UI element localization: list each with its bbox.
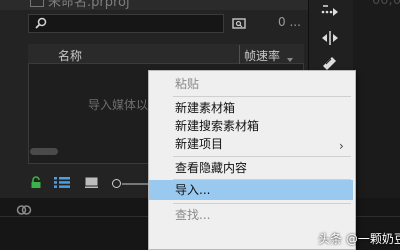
track-select-tool-icon[interactable] <box>320 4 340 20</box>
search-icon[interactable] <box>34 16 48 30</box>
zoom-slider-handle[interactable] <box>112 179 121 188</box>
menu-item-new-bin[interactable]: 新建素材箱 <box>149 98 353 118</box>
panel-title-strip: 未命名.prproj <box>0 0 308 10</box>
watermark-text: 头条 @一颗奶豆 <box>318 232 400 246</box>
project-file-icon <box>30 0 44 7</box>
menu-separator <box>173 96 351 97</box>
list-view-icon[interactable] <box>54 177 70 188</box>
icon-view-icon[interactable] <box>85 177 98 188</box>
menu-item-find[interactable]: 查找... <box>149 205 353 225</box>
menu-item-new-search-bin[interactable]: 新建搜索素材箱 <box>149 116 353 136</box>
timecode-partial: 00;0 <box>372 0 400 8</box>
menu-item-new-item[interactable]: 新建项目 <box>149 134 353 154</box>
item-count: 0 ... <box>278 15 301 29</box>
context-menu: 粘贴 新建素材箱 新建搜索素材箱 新建项目 › 查看隐藏内容 导入... 查找.… <box>148 70 356 250</box>
column-header-frame-rate[interactable]: 帧速率 <box>244 47 280 64</box>
menu-separator <box>173 156 351 157</box>
search-input[interactable] <box>28 14 224 33</box>
column-divider[interactable] <box>239 45 240 64</box>
lock-icon[interactable] <box>30 176 42 189</box>
menu-item-import[interactable]: 导入... <box>149 180 353 200</box>
new-search-bin-icon[interactable] <box>232 16 246 30</box>
menu-item-paste[interactable]: 粘贴 <box>149 74 353 94</box>
scrollbar-thumb[interactable] <box>30 148 58 155</box>
creative-cloud-icon[interactable] <box>16 203 32 217</box>
sort-indicator-icon <box>287 58 293 62</box>
razor-tool-icon[interactable] <box>320 54 340 70</box>
program-monitor-edge <box>353 0 400 198</box>
menu-item-view-hidden[interactable]: 查看隐藏内容 <box>149 158 353 178</box>
ripple-edit-tool-icon[interactable] <box>320 30 340 46</box>
submenu-arrow-icon: › <box>339 139 344 153</box>
column-header-name[interactable]: 名称 <box>58 47 82 64</box>
panel-title: 未命名.prproj <box>48 0 130 10</box>
menu-separator <box>173 203 351 204</box>
